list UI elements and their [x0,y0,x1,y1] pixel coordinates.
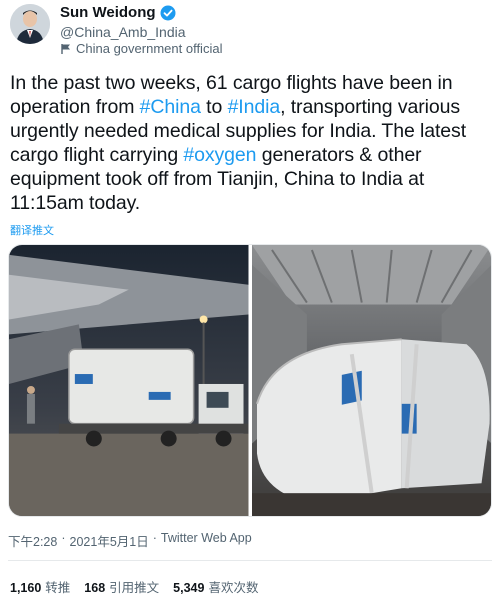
author-handle[interactable]: @China_Amb_India [60,23,186,41]
government-label: China government official [60,41,222,57]
retweets-stat[interactable]: 1,160 转推 [10,577,70,596]
tweet-text: In the past two weeks, 61 cargo flights … [10,71,480,215]
hashtag-link[interactable]: #oxygen [183,144,256,166]
media-photo-cargo-hold[interactable] [251,245,491,516]
tweet-date[interactable]: 2021年5月1日 [70,531,149,550]
tweet-meta: 下午2:28 · 2021年5月1日 · Twitter Web App [8,531,252,550]
quotes-label: 引用推文 [109,581,160,595]
government-label-text: China government official [76,41,223,56]
tweet-text-segment: to [200,96,228,118]
tweet-time[interactable]: 下午2:28 [8,531,57,550]
verified-badge-icon [160,5,176,21]
author-display-name[interactable]: Sun Weidong [60,4,156,22]
retweets-count: 1,160 [10,581,42,595]
author-name-row: Sun Weidong [60,4,176,22]
retweets-label: 转推 [45,581,71,595]
flag-icon [60,43,72,55]
translate-tweet-link[interactable]: 翻译推文 [10,222,54,238]
quotes-count: 168 [84,581,106,595]
media-photo-cargo-truck[interactable] [9,245,249,516]
likes-stat[interactable]: 5,349 喜欢次数 [173,577,258,596]
quotes-stat[interactable]: 168 引用推文 [84,577,159,596]
meta-separator: · [61,531,66,545]
tweet-source[interactable]: Twitter Web App [161,531,252,550]
avatar[interactable] [10,4,50,44]
tweet-card: Sun Weidong @China_Amb_India China gover… [0,0,500,600]
tweet-media[interactable] [8,244,492,517]
likes-count: 5,349 [173,581,205,595]
tweet-stats: 1,160 转推 168 引用推文 5,349 喜欢次数 [10,577,258,596]
meta-separator-2: · [152,531,157,545]
divider [8,560,492,561]
likes-label: 喜欢次数 [208,581,259,595]
hashtag-link[interactable]: #India [228,96,281,118]
hashtag-link[interactable]: #China [140,96,201,118]
